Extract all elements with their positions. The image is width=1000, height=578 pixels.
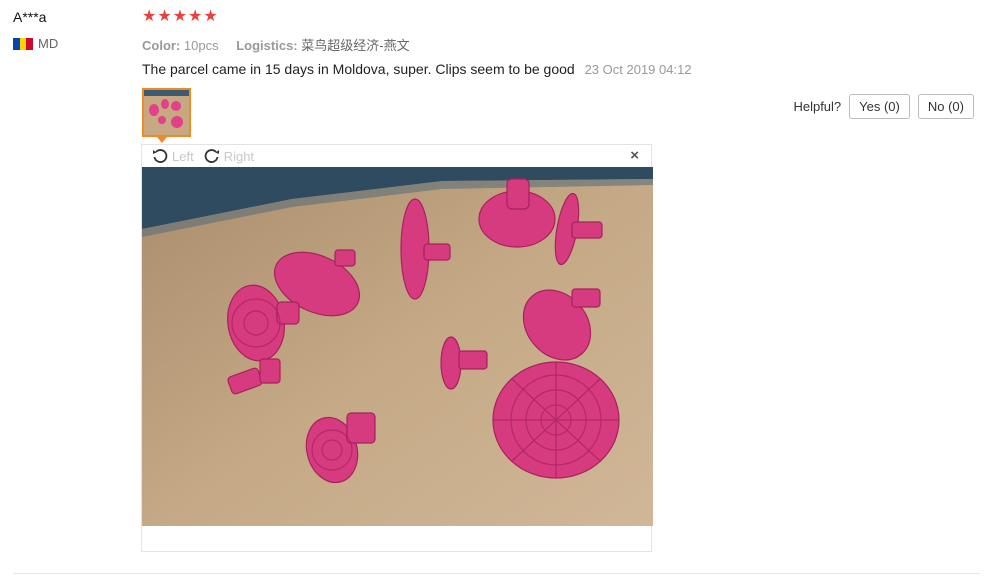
review-date: 23 Oct 2019 04:12	[584, 62, 692, 77]
close-viewer-button[interactable]: ×	[630, 147, 639, 164]
order-info: Color: 10pcs Logistics: 菜鸟超级经济-燕文	[142, 35, 410, 54]
color-value: 10pcs	[183, 38, 219, 53]
star-icon: ★	[203, 8, 218, 25]
star-icon: ★	[172, 8, 188, 25]
divider	[13, 573, 980, 574]
country: MD	[13, 36, 58, 51]
rating-stars: ★ ★ ★ ★ ★	[142, 8, 218, 26]
logistics-value: 菜鸟超级经济-燕文	[301, 38, 410, 53]
no-button[interactable]: No (0)	[917, 94, 974, 119]
logistics-label: Logistics:	[236, 38, 298, 53]
rotate-left-label: Left	[172, 148, 194, 164]
country-code: MD	[38, 36, 59, 51]
photo-viewer: Left Right ×	[141, 144, 653, 552]
viewer-toolbar: Left Right ×	[142, 145, 651, 167]
star-icon: ★	[142, 8, 157, 25]
thumbnail-image	[144, 90, 189, 135]
rotate-right-icon	[204, 149, 219, 163]
rotate-left-icon	[153, 149, 168, 163]
rotate-left-button[interactable]: Left	[152, 148, 194, 164]
star-icon: ★	[188, 8, 203, 25]
star-icon: ★	[157, 8, 172, 25]
review-text: The parcel came in 15 days in Moldova, s…	[142, 61, 575, 77]
photo-thumbnail[interactable]	[142, 88, 191, 137]
user-name: A***a	[13, 9, 47, 25]
review-photo	[142, 167, 653, 526]
color-label: Color:	[142, 38, 181, 53]
yes-button[interactable]: Yes (0)	[849, 94, 910, 119]
moldova-flag-icon	[13, 37, 34, 50]
rotate-right-button[interactable]: Right	[204, 148, 254, 164]
rotate-right-label: Right	[223, 148, 255, 164]
helpful-label: Helpful?	[793, 99, 842, 114]
thumbnail-pointer	[157, 137, 167, 143]
review-text-row: The parcel came in 15 days in Moldova, s…	[142, 61, 692, 77]
helpful-votes: Helpful? Yes (0) No (0)	[793, 94, 974, 119]
